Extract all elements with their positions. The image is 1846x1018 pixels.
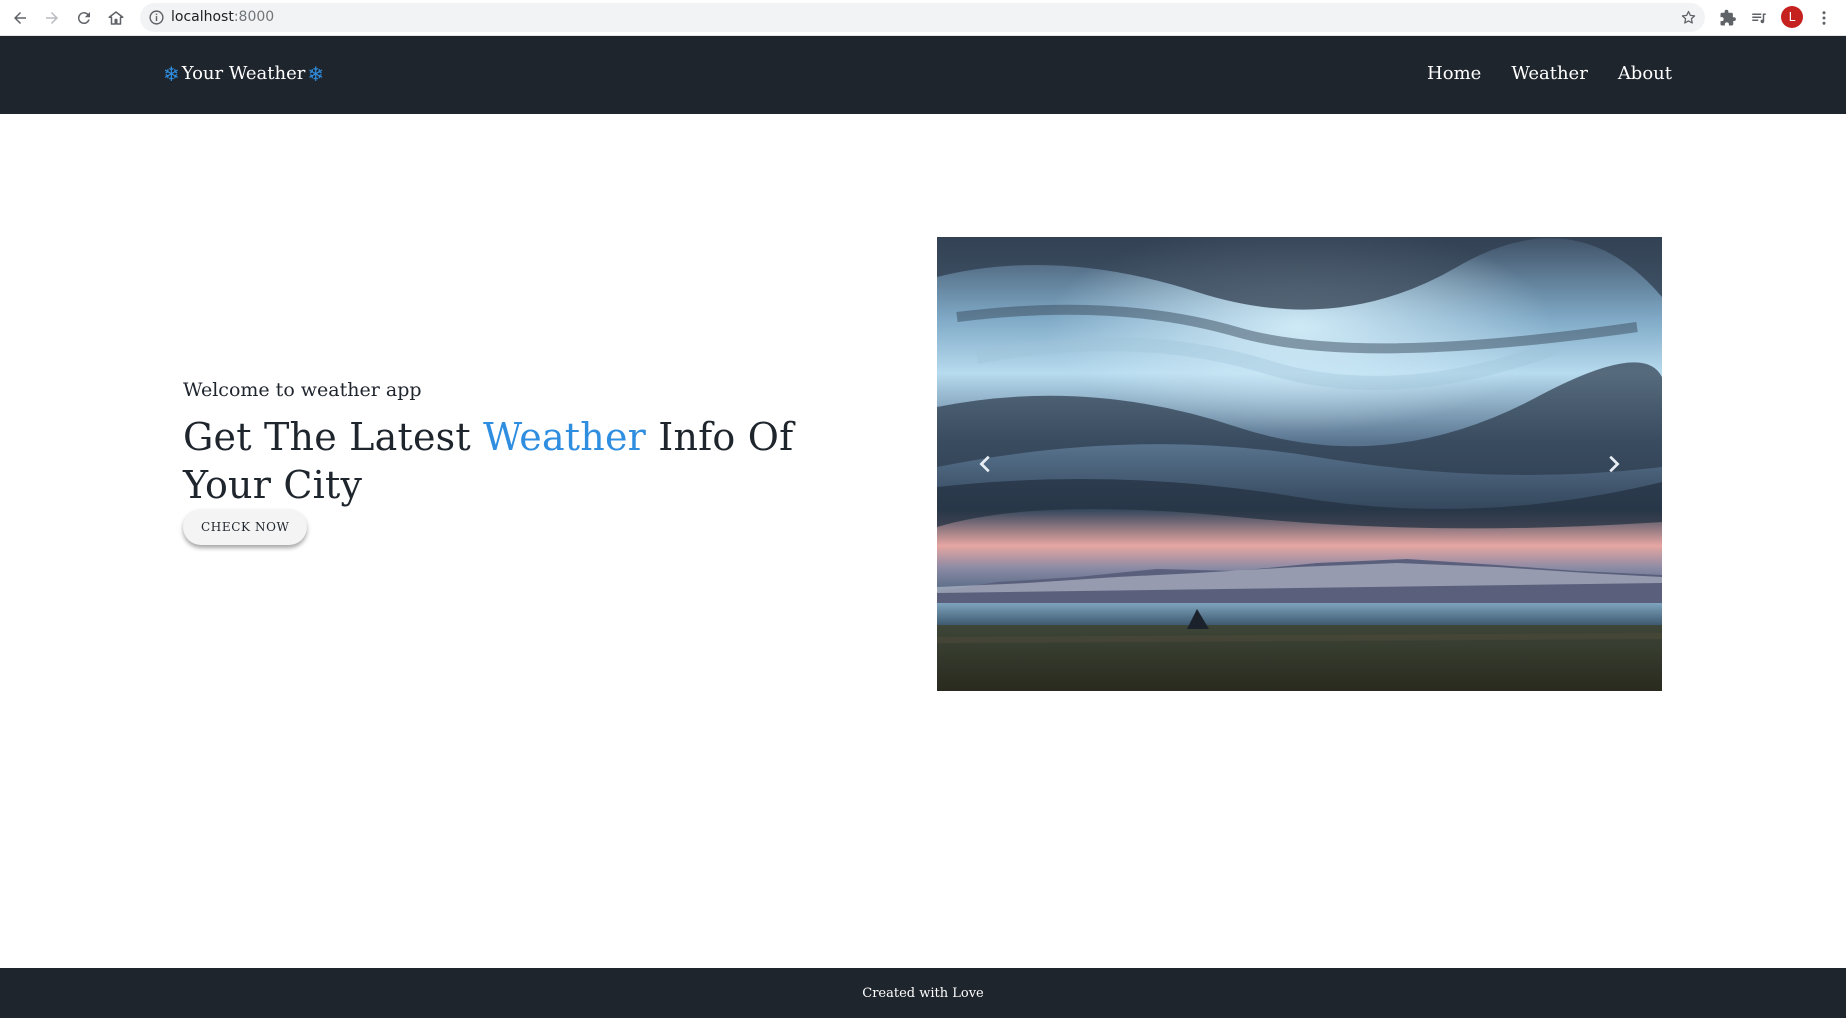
headline-before: Get The Latest	[183, 415, 484, 459]
snowflake-icon: ❄	[163, 62, 180, 86]
star-icon[interactable]	[1680, 9, 1697, 26]
nav-link-home[interactable]: Home	[1427, 63, 1481, 85]
previous-icon	[979, 455, 990, 473]
reload-icon[interactable]	[72, 6, 96, 30]
nav-links: Home Weather About	[1427, 63, 1672, 85]
image-carousel	[937, 237, 1662, 691]
brand-text: Your Weather	[181, 63, 306, 84]
url-text[interactable]: localhost:8000	[171, 8, 274, 27]
info-icon[interactable]	[148, 9, 165, 26]
profile-avatar[interactable]: L	[1781, 6, 1803, 28]
carousel-image	[937, 237, 1662, 691]
footer-text: Created with Love	[862, 985, 984, 1001]
carousel-next-button[interactable]	[1593, 444, 1633, 484]
nav-link-about[interactable]: About	[1618, 63, 1672, 85]
media-icon[interactable]	[1747, 6, 1771, 30]
url-port: :8000	[233, 9, 275, 25]
hero-section: Welcome to weather app Get The Latest We…	[183, 375, 883, 545]
check-now-button[interactable]: CHECK NOW	[183, 509, 308, 545]
headline-accent: Weather	[483, 415, 646, 459]
address-bar[interactable]: localhost:8000	[140, 3, 1705, 32]
site-footer: Created with Love	[0, 968, 1846, 1018]
menu-icon[interactable]	[1812, 6, 1836, 30]
snowflake-icon: ❄	[307, 62, 325, 86]
carousel-prev-button[interactable]	[966, 444, 1006, 484]
home-icon[interactable]	[104, 6, 128, 30]
site-navbar: ❄ Your Weather ❄ Home Weather About	[0, 36, 1846, 114]
forward-icon[interactable]	[40, 6, 64, 30]
browser-toolbar: localhost:8000 L	[0, 0, 1846, 36]
back-icon[interactable]	[8, 6, 32, 30]
hero-headline: Get The Latest Weather Info Of Your City	[183, 413, 883, 509]
welcome-text: Welcome to weather app	[183, 379, 422, 401]
extensions-icon[interactable]	[1716, 6, 1740, 30]
url-host: localhost	[171, 9, 234, 25]
brand-link[interactable]: ❄ Your Weather ❄	[163, 63, 324, 85]
nav-link-weather[interactable]: Weather	[1511, 63, 1588, 85]
next-icon	[1609, 455, 1620, 473]
